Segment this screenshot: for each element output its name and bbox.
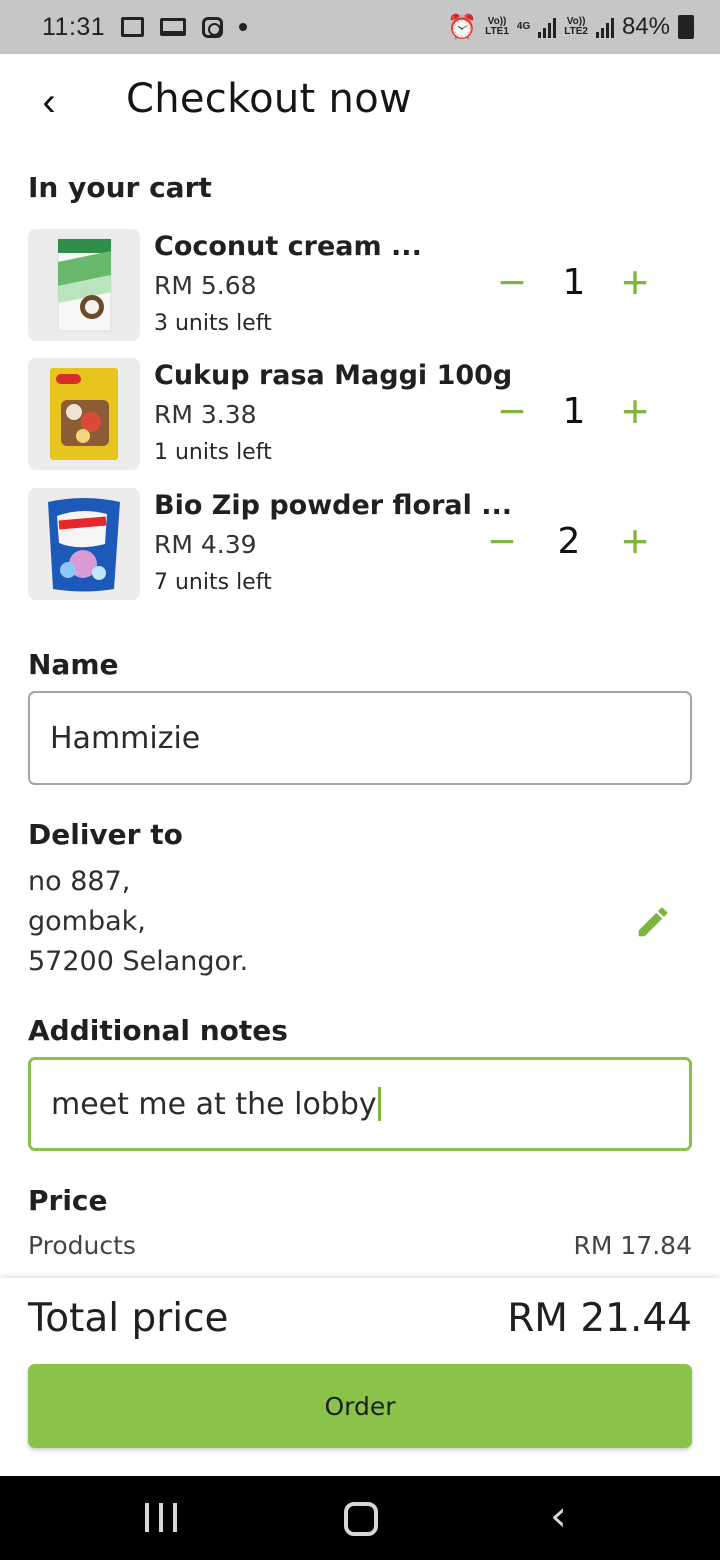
instagram-icon	[202, 16, 224, 38]
quantity-value: 1	[562, 262, 586, 303]
quantity-value: 2	[557, 521, 581, 562]
address-line: gombak,	[28, 906, 146, 937]
system-back-button[interactable]: ‹	[550, 1495, 567, 1537]
increase-quantity-button[interactable]: +	[612, 518, 658, 565]
network-2-indicator: Vo)) LTE2	[564, 17, 588, 37]
recent-apps-button[interactable]	[145, 1503, 177, 1535]
cart-item: Cukup rasa Maggi 100g RM 3.38 1 units le…	[28, 358, 692, 470]
edit-icon	[638, 907, 668, 937]
recent-apps-icon-line	[173, 1503, 177, 1532]
product-stock: 7 units left	[154, 570, 272, 595]
status-right-group: ⏰ Vo)) LTE1 4G Vo)) LTE2 84%	[447, 13, 694, 42]
name-input[interactable]: Hammizie	[28, 691, 692, 785]
address-line: no 887,	[28, 866, 131, 897]
edit-address-button[interactable]	[626, 895, 680, 949]
bio-zip-picture	[28, 488, 140, 600]
checkout-screen: 11:31 ⏰ Vo)) LTE1 4G Vo)) LTE2 84% ‹ Che…	[0, 0, 720, 1560]
recent-apps-icon-line	[159, 1503, 163, 1532]
navigation-bar: ‹	[0, 1476, 720, 1560]
cart-item: Coconut cream ... RM 5.68 3 units left −…	[28, 229, 692, 341]
order-button[interactable]: Order	[28, 1364, 692, 1448]
page-title: Checkout now	[126, 76, 412, 122]
cart-section-title: In your cart	[28, 171, 212, 204]
home-button[interactable]	[344, 1502, 378, 1536]
status-time: 11:31	[42, 12, 106, 41]
deliver-to-label: Deliver to	[28, 818, 183, 851]
laptop-icon	[160, 18, 187, 36]
coconut-cream-image	[28, 229, 140, 341]
cart-item: Bio Zip powder floral ... RM 4.39 7 unit…	[28, 488, 692, 600]
price-section-title: Price	[28, 1184, 108, 1217]
additional-notes-label: Additional notes	[28, 1014, 288, 1047]
chevron-left-icon: ‹	[42, 80, 56, 124]
text-caret	[377, 1087, 381, 1121]
additional-notes-input[interactable]: meet me at the lobby	[28, 1057, 692, 1151]
network-1-indicator: Vo)) LTE1	[485, 17, 509, 37]
increase-quantity-button[interactable]: +	[612, 388, 658, 435]
products-price-label: Products	[28, 1231, 136, 1260]
recent-apps-icon-line	[145, 1503, 149, 1532]
decrease-quantity-button[interactable]: −	[479, 518, 525, 565]
product-name: Coconut cream ...	[154, 231, 422, 262]
product-price: RM 5.68	[154, 271, 257, 300]
signal-2-icon	[595, 17, 614, 38]
product-price: RM 3.38	[154, 400, 257, 429]
status-bar: 11:31 ⏰ Vo)) LTE1 4G Vo)) LTE2 84%	[0, 0, 720, 54]
product-name: Bio Zip powder floral ...	[154, 490, 513, 521]
product-name: Cukup rasa Maggi 100g	[154, 360, 513, 391]
decrease-quantity-button[interactable]: −	[489, 388, 535, 435]
quantity-value: 1	[562, 391, 586, 432]
bio-zip-image	[28, 488, 140, 600]
checkout-summary-panel: Total price RM 21.44 Order	[0, 1278, 720, 1476]
increase-quantity-button[interactable]: +	[612, 259, 658, 306]
network-1-label: LTE1	[485, 26, 509, 37]
alarm-icon: ⏰	[447, 13, 478, 41]
total-price-value: RM 21.44	[507, 1296, 692, 1341]
battery-icon	[678, 15, 694, 39]
battery-text: 84%	[621, 13, 670, 40]
product-stock: 3 units left	[154, 311, 272, 336]
total-price-label: Total price	[28, 1296, 229, 1341]
additional-notes-value: meet me at the lobby	[51, 1086, 377, 1122]
maggi-image	[28, 358, 140, 470]
maggi-picture	[28, 358, 140, 470]
decrease-quantity-button[interactable]: −	[489, 259, 535, 306]
signal-1-icon	[538, 17, 557, 38]
product-stock: 1 units left	[154, 440, 272, 465]
gallery-icon	[121, 17, 145, 37]
back-button[interactable]: ‹	[28, 80, 70, 124]
coconut-cream-picture	[28, 229, 140, 341]
network-2-label: LTE2	[564, 26, 588, 37]
address-line: 57200 Selangor.	[28, 946, 249, 977]
name-value: Hammizie	[50, 720, 201, 756]
notification-dot-icon	[239, 23, 248, 31]
products-price-value: RM 17.84	[573, 1231, 692, 1260]
name-label: Name	[28, 648, 119, 681]
network-badge-4g: 4G	[516, 21, 531, 32]
status-left-group: 11:31	[42, 12, 248, 42]
product-price: RM 4.39	[154, 530, 257, 559]
